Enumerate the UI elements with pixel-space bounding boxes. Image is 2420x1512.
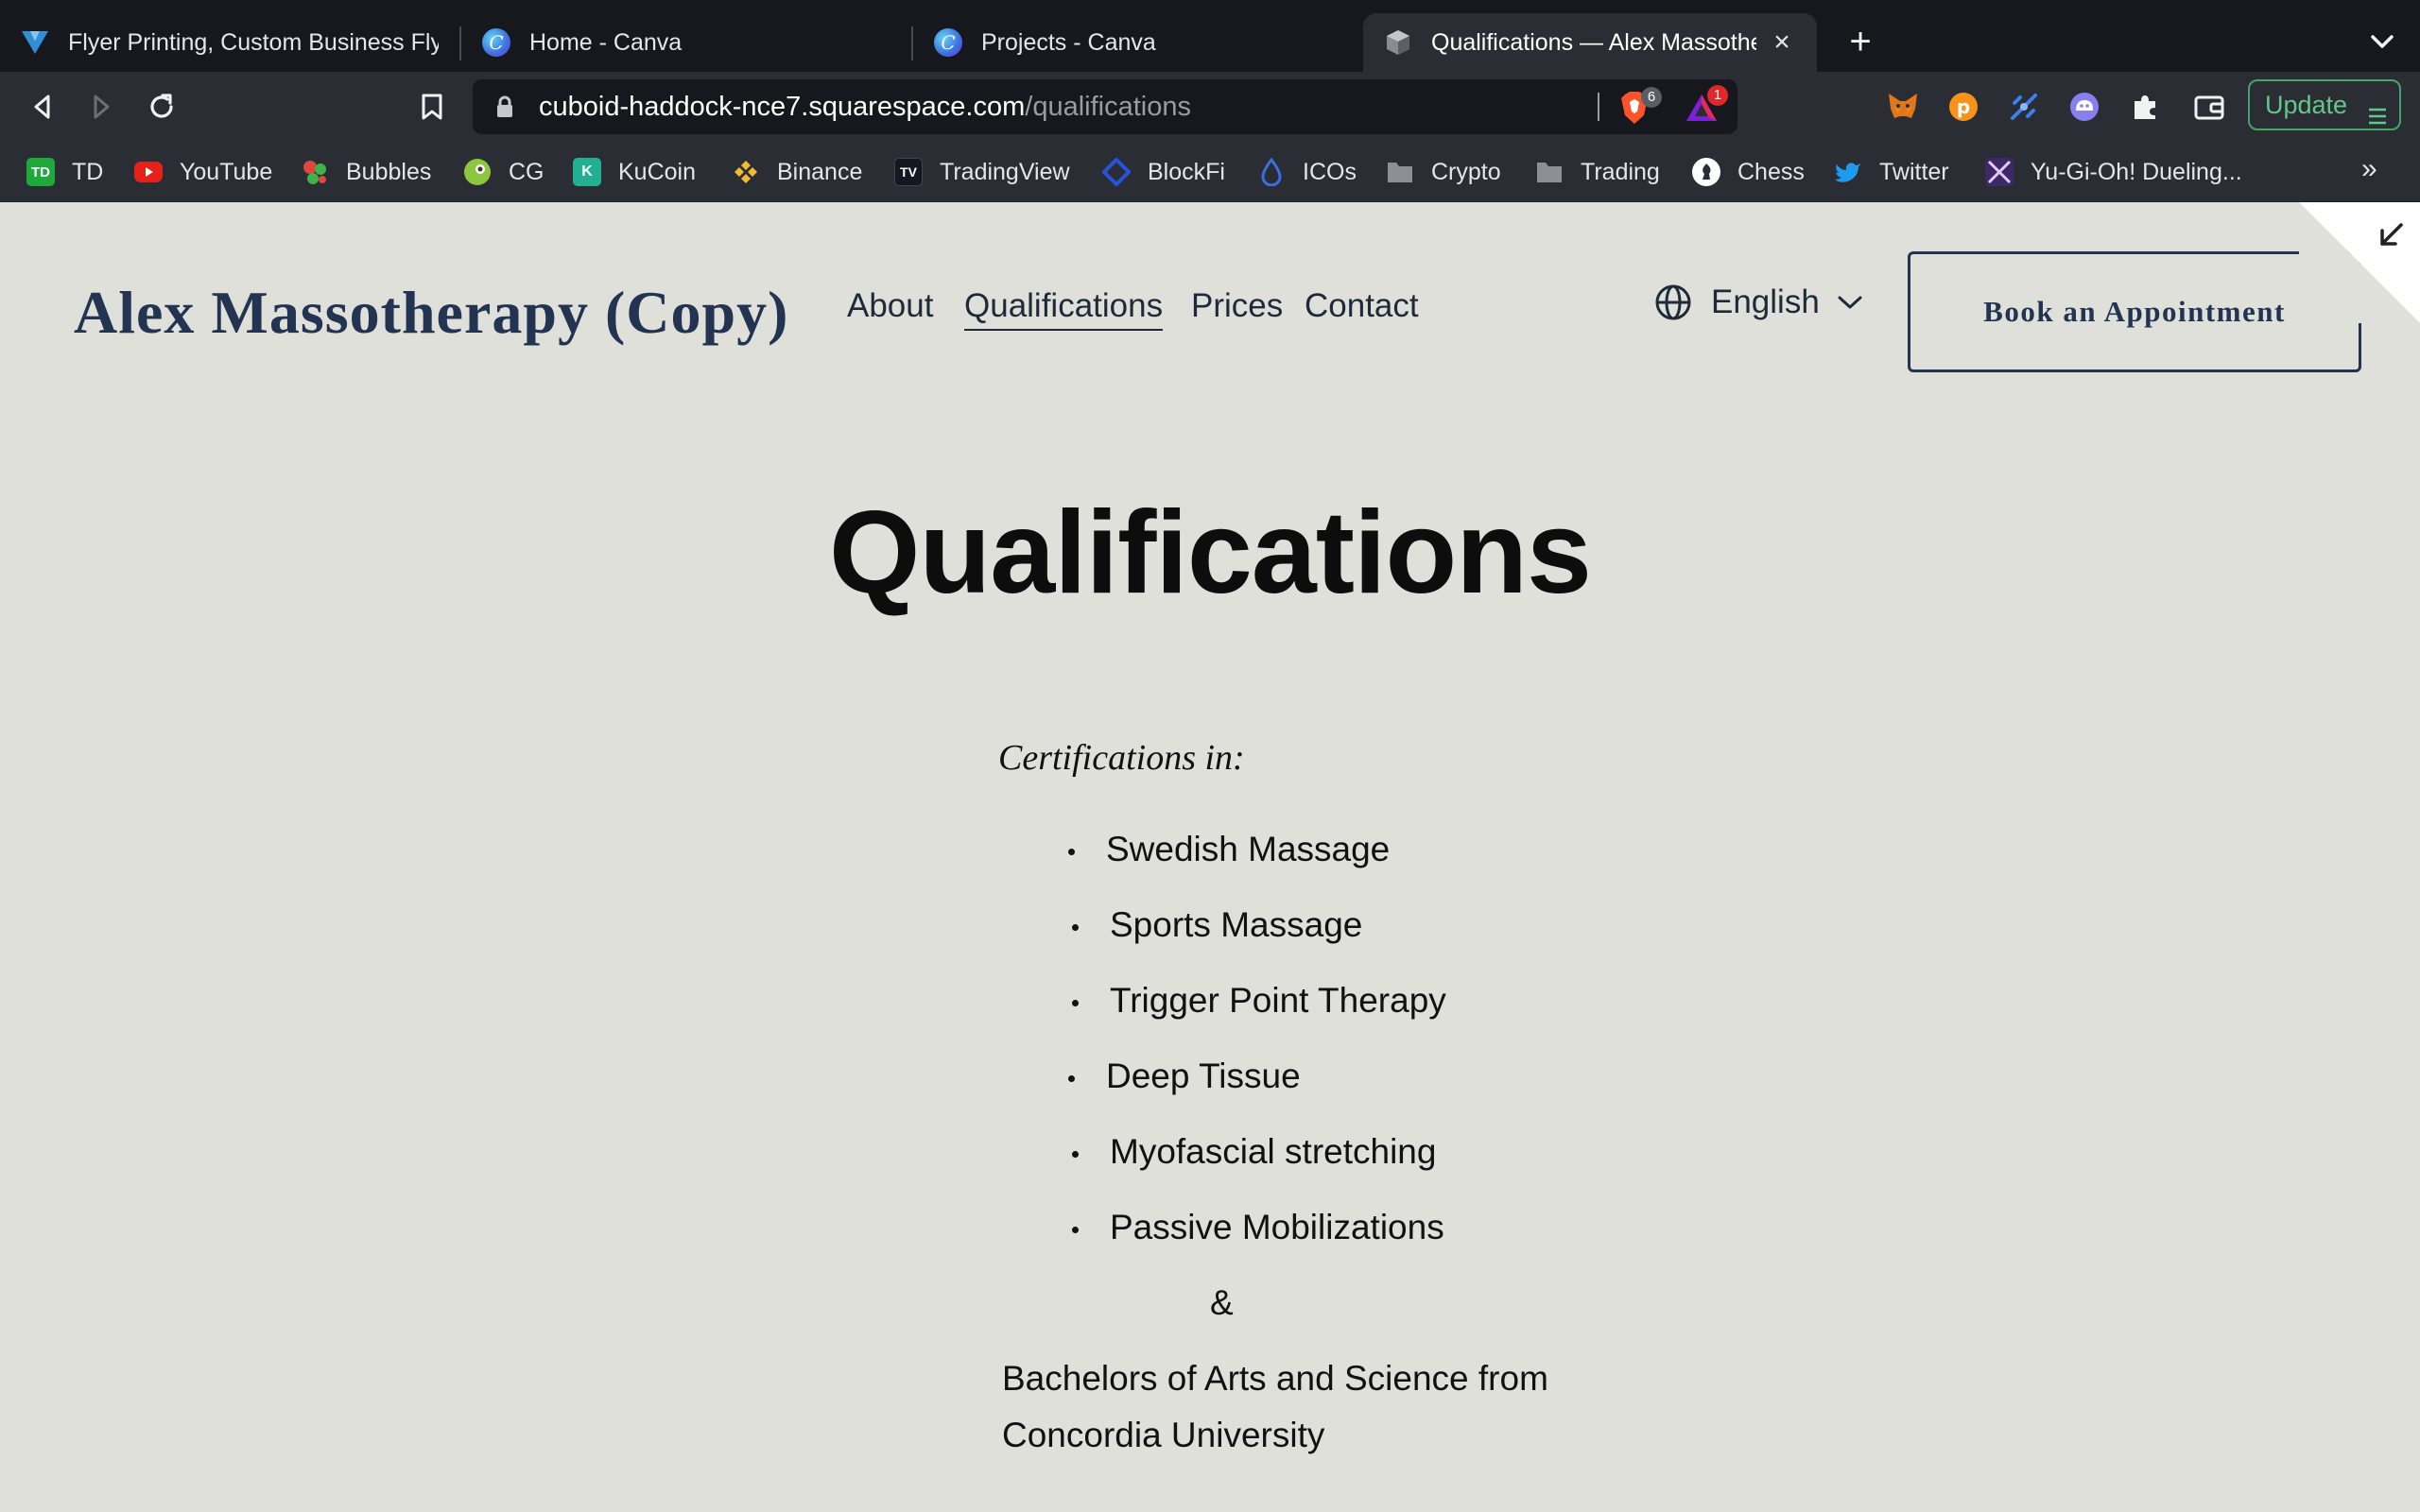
list-item: Sports Massage	[1072, 905, 1362, 945]
list-item: Trigger Point Therapy	[1072, 981, 1446, 1021]
tab-projects-canva[interactable]: C Projects - Canva	[913, 13, 1363, 72]
bullet	[1068, 849, 1075, 855]
reload-icon[interactable]	[142, 87, 182, 127]
blockfi-icon	[1102, 158, 1131, 186]
nav-prices[interactable]: Prices	[1191, 287, 1283, 325]
exit-preview-corner[interactable]	[2299, 202, 2420, 323]
bookmark-binance[interactable]: Binance	[732, 155, 862, 189]
web-page: Alex Massotherapy (Copy) About Qualifica…	[0, 202, 2420, 1512]
canva-icon: C	[934, 28, 962, 57]
bookmark-yugioh[interactable]: Yu-Gi-Oh! Dueling...	[1985, 155, 2242, 189]
binance-icon	[732, 158, 760, 186]
icos-icon	[1257, 158, 1286, 186]
bullet	[1072, 1151, 1079, 1158]
chevron-down-icon	[1837, 293, 1863, 312]
wallet-icon[interactable]	[2189, 87, 2229, 127]
browser-toolbar: cuboid-haddock-nce7.squarespace.com/qual…	[0, 72, 2420, 142]
bookmark-kucoin[interactable]: K KuCoin	[573, 155, 696, 189]
folder-icon	[1535, 158, 1564, 186]
rewards-count-badge: 1	[1707, 85, 1728, 106]
folder-icon	[1386, 158, 1414, 186]
browser-tab-strip: Flyer Printing, Custom Business Flye C H…	[0, 0, 2420, 72]
menu-icon	[2367, 94, 2388, 142]
list-item: Myofascial stretching	[1072, 1132, 1436, 1172]
yugioh-icon	[1985, 158, 2014, 186]
list-item: Deep Tissue	[1068, 1057, 1301, 1096]
bullet	[1072, 1227, 1079, 1233]
forward-icon[interactable]	[81, 87, 121, 127]
coingecko-icon	[463, 158, 492, 186]
pocket-coin-icon[interactable]: p	[1944, 87, 1983, 127]
bubbles-icon	[301, 158, 329, 186]
list-item: Passive Mobilizations	[1072, 1208, 1444, 1247]
chevron-down-icon[interactable]	[2363, 23, 2401, 60]
bookmark-folder-trading[interactable]: Trading	[1535, 155, 1660, 189]
svg-text:p: p	[1957, 95, 1970, 118]
metamask-icon[interactable]	[1883, 87, 1923, 127]
address-bar[interactable]: cuboid-haddock-nce7.squarespace.com/qual…	[473, 79, 1737, 134]
degree-line-1: Bachelors of Arts and Science from	[1002, 1359, 1548, 1398]
bookmark-cg[interactable]: CG	[463, 155, 544, 189]
bookmark-chess[interactable]: Chess	[1692, 155, 1805, 189]
language-label: English	[1711, 284, 1820, 320]
nav-contact[interactable]: Contact	[1305, 287, 1419, 325]
kucoin-icon: K	[573, 158, 601, 186]
list-item: Swedish Massage	[1068, 830, 1390, 869]
bookmark-bubbles[interactable]: Bubbles	[301, 155, 431, 189]
bookmark-td[interactable]: TD TD	[26, 155, 103, 189]
lock-icon	[495, 95, 514, 123]
bullet	[1072, 924, 1079, 931]
new-tab-icon[interactable]: +	[1840, 21, 1881, 62]
book-appointment-button[interactable]: Book an Appointment	[1908, 251, 2361, 372]
bookmarks-bar: TD TD YouTube Bubbles CG K KuCoin Binanc…	[0, 142, 2420, 202]
bookmark-tradingview[interactable]: TV TradingView	[894, 155, 1070, 189]
globe-icon	[1654, 284, 1692, 321]
bookmark-icon[interactable]	[412, 87, 452, 127]
site-title[interactable]: Alex Massotherapy (Copy)	[74, 278, 788, 348]
bookmarks-overflow-button[interactable]: »	[2361, 153, 2390, 187]
language-selector[interactable]: English	[1654, 284, 1863, 321]
ampersand: &	[1210, 1283, 1234, 1322]
tab-qualifications[interactable]: Qualifications — Alex Massothe ×	[1363, 13, 1817, 72]
omnibox-divider	[1598, 93, 1599, 121]
bookmark-folder-crypto[interactable]: Crypto	[1386, 155, 1501, 189]
satellite-icon[interactable]	[2004, 87, 2044, 127]
td-icon: TD	[26, 158, 55, 186]
twitter-icon	[1834, 158, 1862, 186]
bookmark-twitter[interactable]: Twitter	[1834, 155, 1949, 189]
tradingview-icon: TV	[894, 158, 923, 186]
vistaprint-icon	[21, 28, 49, 57]
certifications-intro: Certifications in:	[998, 738, 1245, 778]
update-button[interactable]: Update	[2248, 79, 2401, 130]
nav-qualifications[interactable]: Qualifications	[964, 287, 1164, 331]
bullet	[1072, 1000, 1079, 1006]
bookmark-youtube[interactable]: YouTube	[134, 155, 272, 189]
chess-icon	[1692, 158, 1720, 186]
back-icon[interactable]	[23, 87, 62, 127]
bookmark-icos[interactable]: ICOs	[1257, 155, 1357, 189]
close-tab-icon[interactable]: ×	[1768, 28, 1796, 57]
nav-about[interactable]: About	[847, 287, 933, 325]
youtube-icon	[134, 162, 163, 182]
tab-home-canva[interactable]: C Home - Canva	[461, 13, 911, 72]
degree-line-2: Concordia University	[1002, 1416, 1325, 1454]
shields-count-badge: 6	[1641, 87, 1662, 108]
page-heading: Qualifications	[829, 488, 1592, 618]
bookmark-blockfi[interactable]: BlockFi	[1102, 155, 1225, 189]
tab-flyer-printing[interactable]: Flyer Printing, Custom Business Flye	[0, 13, 459, 72]
canva-icon: C	[482, 28, 510, 57]
squarespace-icon	[1384, 28, 1412, 57]
bullet	[1068, 1075, 1075, 1082]
extensions-puzzle-icon[interactable]	[2125, 87, 2165, 127]
phantom-icon[interactable]	[2065, 87, 2104, 127]
url-text: cuboid-haddock-nce7.squarespace.com/qual…	[539, 92, 1191, 122]
